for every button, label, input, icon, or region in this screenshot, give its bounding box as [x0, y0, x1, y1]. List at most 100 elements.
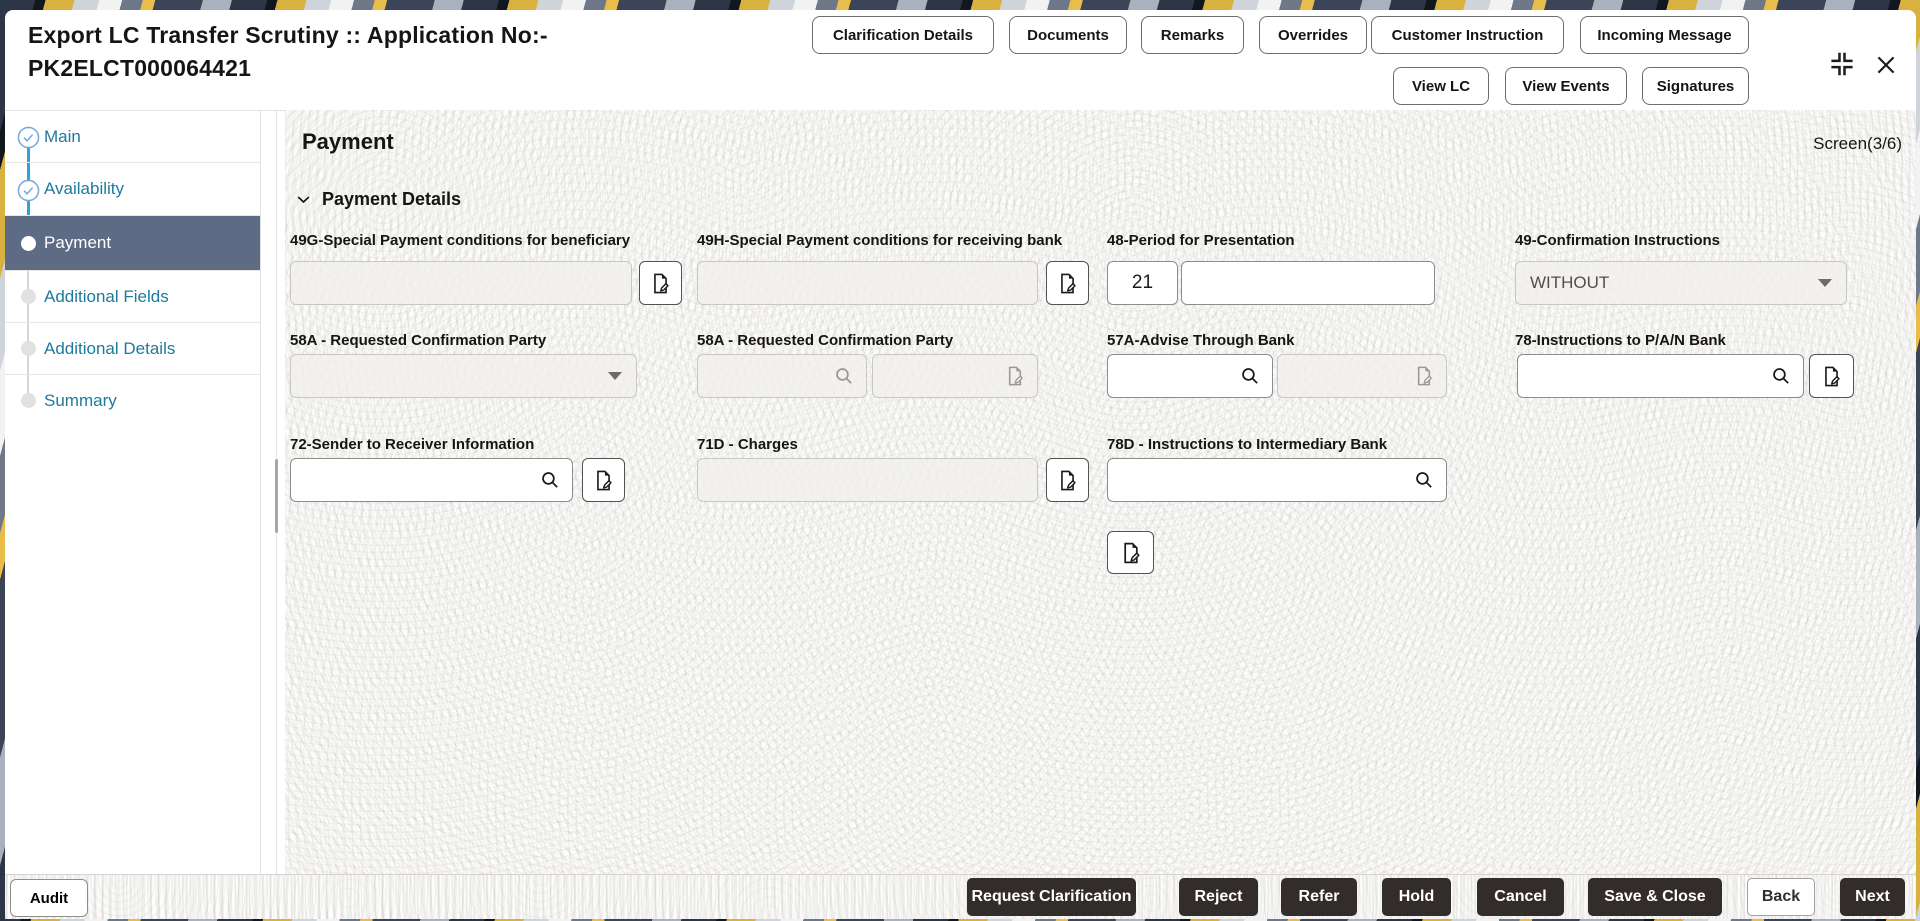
instructions-intermediary-bank-search-input[interactable] — [1107, 458, 1447, 502]
cancel-button[interactable]: Cancel — [1477, 878, 1564, 916]
view-lc-button[interactable]: View LC — [1393, 67, 1489, 105]
collapse-window-button[interactable] — [1825, 47, 1859, 81]
upcoming-step-dot — [21, 393, 36, 408]
charges-field — [697, 458, 1038, 502]
content-scrollbar-thumb[interactable] — [275, 459, 278, 533]
close-window-button[interactable] — [1869, 48, 1903, 82]
page-title-line1: Export LC Transfer Scrutiny :: Applicati… — [28, 22, 548, 48]
documents-button[interactable]: Documents — [1009, 16, 1127, 54]
field-label-58a-dd: 58A - Requested Confirmation Party — [290, 332, 547, 349]
search-icon — [1413, 469, 1435, 491]
confirmation-instructions-value: WITHOUT — [1530, 273, 1610, 292]
requested-confirmation-party-select[interactable] — [290, 354, 637, 398]
customer-instruction-button[interactable]: Customer Instruction — [1371, 16, 1564, 54]
active-step-dot — [21, 236, 36, 251]
payment-screen-content: Payment Screen(3/6) Payment Details 49G-… — [285, 110, 1916, 874]
next-button[interactable]: Next — [1840, 878, 1905, 916]
page-title-line2: PK2ELCT000064421 — [28, 55, 252, 81]
edit-instructions-pan-bank-button[interactable] — [1809, 354, 1854, 398]
edit-charges-button[interactable] — [1046, 458, 1089, 502]
search-icon — [1770, 365, 1792, 387]
sidebar-item-main[interactable]: Main — [5, 111, 260, 163]
save-close-button[interactable]: Save & Close — [1588, 878, 1722, 916]
file-edit-icon — [1056, 469, 1079, 492]
field-label-48: 48-Period for Presentation — [1107, 232, 1295, 249]
upcoming-step-dot — [21, 341, 36, 356]
reject-button[interactable]: Reject — [1179, 878, 1258, 916]
step-label: Availability — [44, 179, 125, 198]
upcoming-step-dot — [21, 289, 36, 304]
screen-step-indicator: Screen(3/6) — [1813, 134, 1902, 153]
advise-through-bank-edit-field — [1277, 354, 1447, 398]
field-label-49h: 49H-Special Payment conditions for recei… — [697, 232, 1063, 249]
step-label: Summary — [44, 391, 117, 410]
step-label: Main — [44, 126, 81, 146]
field-label-71d: 71D - Charges — [697, 436, 798, 453]
step-label: Additional Details — [44, 338, 176, 358]
step-label: Additional Fields — [44, 286, 169, 306]
hold-button[interactable]: Hold — [1382, 878, 1451, 916]
check-circle-icon — [17, 179, 40, 202]
step-label: Payment — [44, 233, 112, 252]
signatures-button[interactable]: Signatures — [1642, 67, 1749, 105]
action-bar: Audit Request Clarification Reject Refer… — [5, 874, 1916, 919]
file-edit-icon — [1119, 541, 1143, 565]
edit-sender-receiver-info-button[interactable] — [582, 458, 625, 502]
chevron-down-icon — [295, 191, 312, 208]
field-label-57a: 57A-Advise Through Bank — [1107, 332, 1295, 349]
check-circle-icon — [17, 126, 40, 149]
edit-instructions-intermediary-bank-button[interactable] — [1107, 531, 1154, 574]
payment-details-section-toggle[interactable]: Payment Details — [295, 189, 461, 210]
refer-button[interactable]: Refer — [1281, 878, 1357, 916]
file-edit-icon — [592, 469, 615, 492]
back-button[interactable]: Back — [1747, 878, 1815, 916]
page-title: Export LC Transfer Scrutiny :: Applicati… — [28, 19, 648, 85]
collapse-icon — [1827, 49, 1857, 79]
sidebar-item-summary[interactable]: Summary — [5, 375, 260, 427]
file-edit-icon — [1004, 365, 1026, 387]
sidebar-stepper: Main Availability Payment Additional Fie… — [5, 110, 285, 875]
search-icon — [1239, 365, 1261, 387]
request-clarification-button[interactable]: Request Clarification — [967, 878, 1136, 916]
sidebar-divider — [260, 111, 261, 875]
requested-confirmation-party-search-field — [697, 354, 867, 398]
sidebar-item-additional-fields[interactable]: Additional Fields — [5, 271, 260, 323]
view-events-button[interactable]: View Events — [1505, 67, 1627, 105]
caret-down-icon — [1818, 279, 1832, 287]
sidebar-item-availability[interactable]: Availability — [5, 163, 260, 216]
search-icon — [539, 469, 561, 491]
confirmation-instructions-select[interactable]: WITHOUT — [1515, 261, 1847, 305]
sender-receiver-info-search-input[interactable] — [290, 458, 573, 502]
audit-button[interactable]: Audit — [10, 879, 88, 917]
requested-confirmation-party-edit-field — [872, 354, 1038, 398]
section-title: Payment Details — [322, 189, 462, 209]
field-label-49g: 49G-Special Payment conditions for benef… — [290, 232, 631, 249]
sidebar-item-additional-details[interactable]: Additional Details — [5, 323, 260, 375]
field-label-72: 72-Sender to Receiver Information — [290, 436, 535, 453]
edit-special-payment-beneficiary-button[interactable] — [639, 261, 682, 305]
special-payment-beneficiary-field — [290, 261, 632, 305]
app-window: Export LC Transfer Scrutiny :: Applicati… — [5, 10, 1916, 919]
search-icon — [833, 365, 855, 387]
field-label-58a-party: 58A - Requested Confirmation Party — [697, 332, 954, 349]
field-label-49: 49-Confirmation Instructions — [1515, 232, 1721, 249]
overrides-button[interactable]: Overrides — [1259, 16, 1367, 54]
advise-through-bank-search-input[interactable] — [1107, 354, 1273, 398]
file-edit-icon — [649, 272, 672, 295]
close-icon — [1873, 52, 1899, 78]
sidebar-item-payment[interactable]: Payment — [5, 216, 260, 271]
period-presentation-days-input[interactable] — [1107, 261, 1178, 305]
file-edit-icon — [1820, 365, 1843, 388]
incoming-message-button[interactable]: Incoming Message — [1580, 16, 1749, 54]
period-presentation-text-input[interactable] — [1181, 261, 1435, 305]
clarification-details-button[interactable]: Clarification Details — [812, 16, 994, 54]
remarks-button[interactable]: Remarks — [1141, 16, 1244, 54]
screen-title: Payment — [302, 129, 394, 154]
caret-down-icon — [608, 372, 622, 380]
file-edit-icon — [1413, 365, 1435, 387]
special-payment-receiving-bank-field — [697, 261, 1038, 305]
file-edit-icon — [1056, 272, 1079, 295]
field-label-78d: 78D - Instructions to Intermediary Bank — [1107, 436, 1388, 453]
edit-special-payment-receiving-bank-button[interactable] — [1046, 261, 1089, 305]
instructions-pan-bank-search-input[interactable] — [1517, 354, 1804, 398]
